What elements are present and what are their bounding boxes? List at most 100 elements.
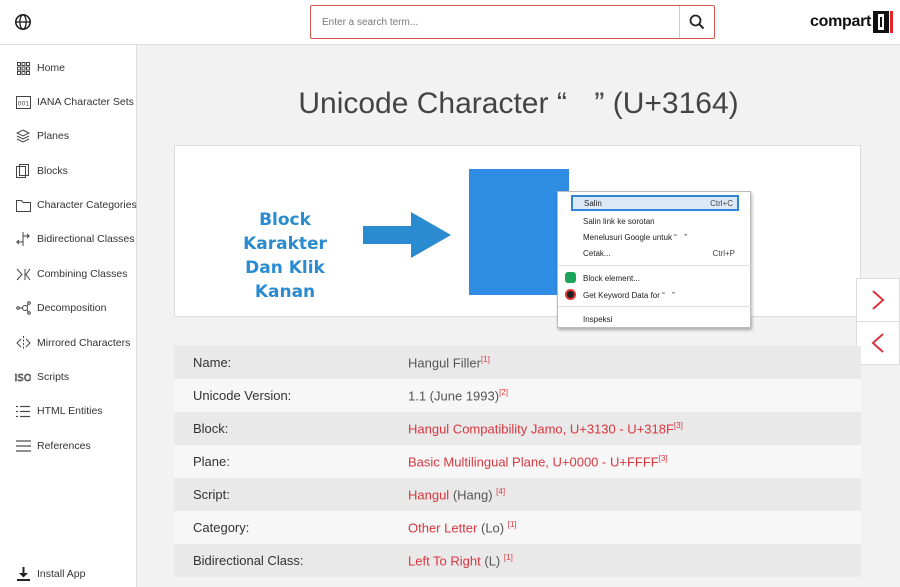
sidebar-item-iana-character-sets[interactable]: 001 IANA Character Sets <box>0 87 137 117</box>
top-header: compart <box>0 0 900 45</box>
sidebar-item-decomposition[interactable]: Decomposition <box>0 293 137 323</box>
property-value: Basic Multilingual Plane, U+0000 - U+FFF… <box>408 454 668 469</box>
sidebar-item-label: Character Categories <box>37 199 137 211</box>
sidebar-item-label: IANA Character Sets <box>37 96 134 108</box>
bidi-class-link[interactable]: Left To Right <box>408 553 481 568</box>
sidebar-item-label: HTML Entities <box>37 405 103 417</box>
menu-item-label: Get Keyword Data for “ㅤ” <box>583 290 675 300</box>
property-label: Block: <box>193 421 229 436</box>
table-row: Script: Hangul (Hang) [4] <box>174 478 861 511</box>
sidebar-item-label: References <box>37 440 91 452</box>
property-label: Name: <box>193 355 232 370</box>
reference-link[interactable]: [4] <box>496 487 505 496</box>
logo-accent <box>890 11 894 33</box>
context-menu-item-print[interactable]: Cetak... Ctrl+P <box>558 245 752 261</box>
install-app-label: Install App <box>37 568 86 580</box>
sidebar-item-references[interactable]: References <box>0 431 137 461</box>
table-row: Name: Hangul Filler[1] <box>174 346 861 379</box>
chevron-left-icon <box>871 333 884 353</box>
sidebar-item-combining-classes[interactable]: Combining Classes <box>0 259 137 289</box>
reference-link[interactable]: [1] <box>504 553 513 562</box>
page-title: Unicode Character “ㅤ” (U+3164) <box>298 87 739 120</box>
table-row: Block: Hangul Compatibility Jamo, U+3130… <box>174 412 861 445</box>
property-value: Hangul Compatibility Jamo, U+3130 - U+31… <box>408 421 683 436</box>
menu-divider <box>558 265 752 266</box>
table-row: Category: Other Letter (Lo) [1] <box>174 511 861 544</box>
shortcut-label: Ctrl+C <box>710 198 733 208</box>
menu-icon <box>15 438 31 454</box>
selected-character-block[interactable] <box>469 169 569 295</box>
reference-link[interactable]: [3] <box>674 421 683 430</box>
reference-link[interactable]: [3] <box>659 454 668 463</box>
search-input[interactable] <box>311 6 680 38</box>
context-menu-item-search-google[interactable]: Menelusuri Google untuk “ㅤ” <box>558 229 752 245</box>
menu-item-label: Menelusuri Google untuk “ㅤ” <box>583 232 687 242</box>
compart-logo[interactable]: compart <box>810 11 894 33</box>
plane-link[interactable]: Basic Multilingual Plane, U+0000 - U+FFF… <box>408 454 659 469</box>
context-menu-item-keyword-data[interactable]: Get Keyword Data for “ㅤ” <box>558 287 752 303</box>
list-icon <box>15 403 31 419</box>
reference-link[interactable]: [1] <box>481 355 490 364</box>
property-label: Script: <box>193 487 230 502</box>
value-text: Hangul Filler <box>408 355 481 371</box>
callout-line-2: Dan Klik Kanan <box>245 258 325 302</box>
reference-link[interactable]: [2] <box>499 388 508 397</box>
layers-icon <box>15 128 31 144</box>
property-value: 1.1 (June 1993)[2] <box>408 388 508 403</box>
category-link[interactable]: Other Letter <box>408 520 477 535</box>
property-value: Other Letter (Lo) [1] <box>408 520 517 535</box>
context-menu-item-copy[interactable]: Salin Ctrl+C <box>571 195 739 211</box>
mirror-icon <box>15 335 31 351</box>
logo-text: compart <box>810 13 872 30</box>
globe-icon[interactable] <box>14 13 32 31</box>
arrow-right-icon <box>363 212 451 258</box>
combining-icon <box>15 266 31 282</box>
property-label: Unicode Version: <box>193 388 292 403</box>
context-menu-item-block-element[interactable]: Block element... <box>558 270 752 286</box>
property-value: Left To Right (L) [1] <box>408 553 513 568</box>
sidebar-item-label: Mirrored Characters <box>37 337 131 349</box>
context-menu-item-inspect[interactable]: Inspeksi <box>558 311 752 327</box>
instruction-callout: Block Karakter Dan Klik Kanan <box>215 208 355 304</box>
sidebar-item-mirrored-characters[interactable]: Mirrored Characters <box>0 328 137 358</box>
script-link[interactable]: Hangul <box>408 487 449 502</box>
menu-item-label: Cetak... <box>583 248 611 258</box>
property-label: Category: <box>193 520 250 535</box>
property-label: Bidirectional Class: <box>193 553 304 568</box>
next-character-button[interactable] <box>856 278 900 322</box>
iso-icon: ISO <box>15 369 31 385</box>
value-suffix: (L) <box>480 553 504 569</box>
callout-line-1: Block Karakter <box>243 210 327 254</box>
shortcut-label: Ctrl+P <box>712 248 735 258</box>
context-menu-item-copy-link[interactable]: Salin link ke sorotan <box>558 213 752 229</box>
reference-link[interactable]: [1] <box>508 520 517 529</box>
sidebar-item-character-categories[interactable]: Character Categories <box>0 190 137 220</box>
sidebar-item-blocks[interactable]: Blocks <box>0 156 137 186</box>
bidi-icon <box>15 231 31 247</box>
keyword-icon <box>565 289 576 300</box>
sidebar-item-label: Home <box>37 62 66 74</box>
sidebar-item-scripts[interactable]: ISO Scripts <box>0 362 137 392</box>
value-suffix: (Lo) <box>477 520 508 536</box>
search-button[interactable] <box>679 6 714 38</box>
table-row: Bidirectional Class: Left To Right (L) [… <box>174 544 861 577</box>
sidebar-item-bidirectional-classes[interactable]: Bidirectional Classes <box>0 224 137 254</box>
install-app-button[interactable]: Install App <box>0 559 137 587</box>
folder-icon <box>15 197 31 213</box>
table-row: Unicode Version: 1.1 (June 1993)[2] <box>174 379 861 412</box>
download-icon <box>15 566 31 582</box>
previous-character-button[interactable] <box>856 321 900 365</box>
sidebar-item-home[interactable]: Home <box>0 53 137 83</box>
charset-icon: 001 <box>15 94 31 110</box>
sidebar-item-html-entities[interactable]: HTML Entities <box>0 396 137 426</box>
block-link[interactable]: Hangul Compatibility Jamo, U+3130 - U+31… <box>408 421 674 436</box>
decomposition-icon <box>15 300 31 316</box>
property-value: Hangul (Hang) [4] <box>408 487 505 502</box>
search-box <box>310 5 715 39</box>
value-suffix: (Hang) <box>449 487 497 503</box>
sidebar-item-planes[interactable]: Planes <box>0 121 137 151</box>
menu-item-label: Salin <box>584 198 602 208</box>
menu-item-label: Block element... <box>583 273 640 283</box>
sidebar-item-label: Blocks <box>37 165 68 177</box>
menu-item-label: Inspeksi <box>583 314 613 324</box>
